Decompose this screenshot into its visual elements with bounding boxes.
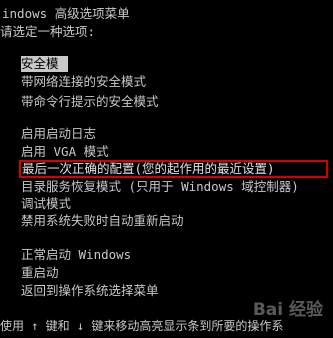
menu-item-reboot[interactable]: 重启动	[21, 265, 59, 281]
menu-item-disable-auto-restart[interactable]: 禁用系统失败时自动重新启动	[21, 213, 184, 229]
menu-item-last-known-good[interactable]: 最后一次正确的配置(您的起作用的最近设置)	[22, 161, 275, 177]
menu-item-debug-mode[interactable]: 调试模式	[21, 196, 71, 212]
menu-item-start-normally[interactable]: 正常启动 Windows	[21, 247, 131, 263]
menu-title: indows 高级选项菜单	[2, 6, 130, 21]
menu-item-safe-mode-command[interactable]: 带命令行提示的安全模式	[21, 94, 159, 110]
menu-item-vga-mode[interactable]: 启用 VGA 模式	[21, 144, 109, 160]
baidu-watermark: Bai 经验	[241, 275, 323, 320]
menu-item-safe-mode[interactable]: 安全模式	[21, 56, 68, 87]
menu-item-return-os-menu[interactable]: 返回到操作系统选择菜单	[21, 283, 159, 299]
baidu-watermark-text: Bai 经验	[252, 300, 323, 320]
menu-item-boot-logging[interactable]: 启用启动日志	[21, 126, 96, 142]
menu-item-safe-mode-network[interactable]: 带网络连接的安全模式	[21, 74, 146, 90]
menu-item-directory-services[interactable]: 目录服务恢复模式 (只用于 Windows 域控制器)	[21, 179, 299, 195]
footer-help-text: 使用 ↑ 键和 ↓ 键来移动高亮显示条到所要的操作系	[0, 319, 284, 333]
menu-prompt: 请选定一种选项:	[0, 24, 96, 39]
